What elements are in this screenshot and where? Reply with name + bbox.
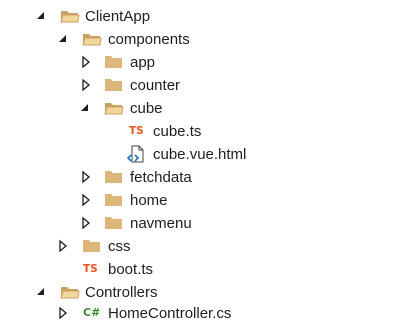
expanded-arrow-icon[interactable] xyxy=(56,32,70,46)
collapsed-arrow-icon[interactable] xyxy=(79,55,93,69)
tree-row-boot-ts[interactable]: TS boot.ts xyxy=(0,258,394,281)
folder-icon xyxy=(104,191,124,209)
csharp-file-icon: C# xyxy=(83,306,101,319)
tree-item-label: app xyxy=(130,54,156,71)
tree-row-fetchdata[interactable]: fetchdata xyxy=(0,166,394,189)
collapsed-arrow-icon[interactable] xyxy=(79,216,93,230)
html-file-icon xyxy=(126,145,147,163)
folder-icon xyxy=(104,214,124,232)
tree-row-navmenu[interactable]: navmenu xyxy=(0,212,394,235)
tree-row-cube-vue-html[interactable]: cube.vue.html xyxy=(0,143,394,166)
tree-item-label: cube xyxy=(130,100,163,117)
tree-item-label: HomeController.cs xyxy=(108,305,232,322)
tree-row-app[interactable]: app xyxy=(0,51,394,74)
tree-item-label: ClientApp xyxy=(85,8,151,25)
tree-row-counter[interactable]: counter xyxy=(0,74,394,97)
open-folder-icon xyxy=(82,30,102,48)
tree-row-controllers[interactable]: Controllers xyxy=(0,281,394,304)
tree-item-label: navmenu xyxy=(130,215,192,232)
tree-item-label: boot.ts xyxy=(108,261,154,278)
tree-row-css[interactable]: css xyxy=(0,235,394,258)
tree-item-label: counter xyxy=(130,77,181,94)
expanded-arrow-icon[interactable] xyxy=(78,101,92,115)
tree-item-label: home xyxy=(130,192,168,209)
tree-item-label: cube.vue.html xyxy=(153,146,247,163)
tree-item-label: cube.ts xyxy=(153,123,202,140)
collapsed-arrow-icon[interactable] xyxy=(79,170,93,184)
tree-item-label: css xyxy=(108,238,131,255)
open-folder-icon xyxy=(60,283,80,301)
tree-row-cube-ts[interactable]: TS cube.ts xyxy=(0,120,394,143)
solution-explorer-tree: ClientApp components app counter cube TS… xyxy=(0,0,394,322)
collapsed-arrow-icon[interactable] xyxy=(79,193,93,207)
typescript-file-icon: TS xyxy=(83,263,98,275)
typescript-file-icon: TS xyxy=(129,125,144,137)
folder-icon xyxy=(104,76,124,94)
open-folder-icon xyxy=(60,7,80,25)
tree-row-home[interactable]: home xyxy=(0,189,394,212)
tree-row-clientapp[interactable]: ClientApp xyxy=(0,5,394,28)
tree-row-homecontroller-cs[interactable]: C# HomeController.cs xyxy=(0,302,394,325)
folder-icon xyxy=(82,237,102,255)
folder-icon xyxy=(104,53,124,71)
collapsed-arrow-icon[interactable] xyxy=(56,306,70,320)
expanded-arrow-icon[interactable] xyxy=(34,9,48,23)
open-folder-icon xyxy=(104,99,124,117)
tree-item-label: fetchdata xyxy=(130,169,192,186)
collapsed-arrow-icon[interactable] xyxy=(56,239,70,253)
tree-item-label: Controllers xyxy=(85,284,158,301)
collapsed-arrow-icon[interactable] xyxy=(79,78,93,92)
folder-icon xyxy=(104,168,124,186)
tree-row-cube[interactable]: cube xyxy=(0,97,394,120)
tree-row-components[interactable]: components xyxy=(0,28,394,51)
tree-item-label: components xyxy=(108,31,190,48)
expanded-arrow-icon[interactable] xyxy=(34,285,48,299)
